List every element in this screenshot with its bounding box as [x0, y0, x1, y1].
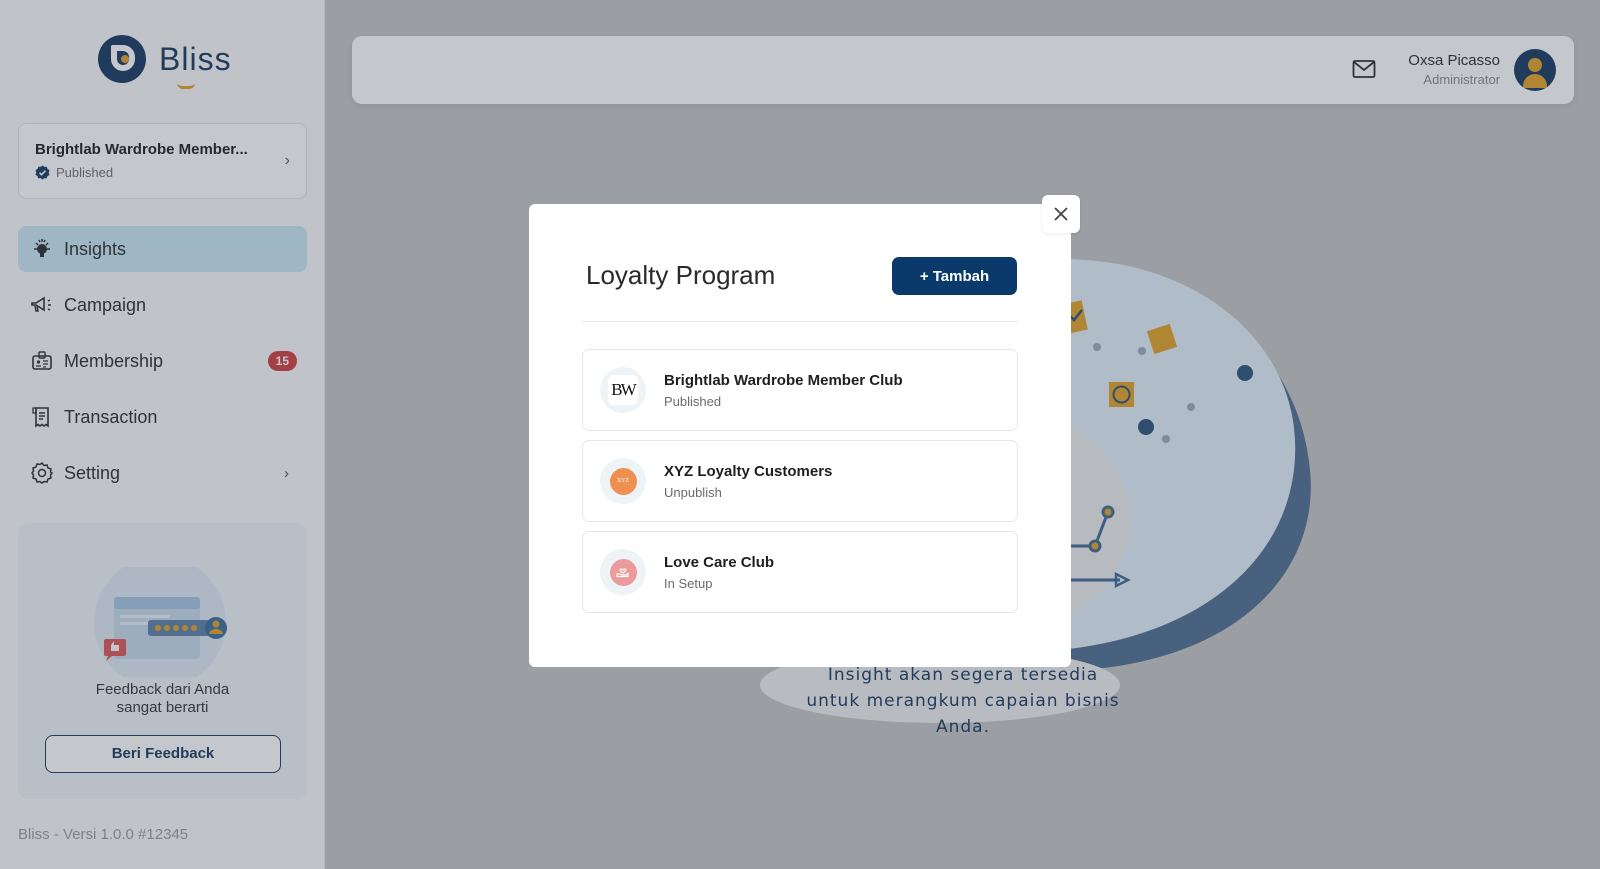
- program-status: Unpublish: [664, 484, 722, 500]
- program-name: Brightlab Wardrobe Member Club: [664, 371, 903, 389]
- xyz-logo-icon: XYZ: [609, 467, 637, 495]
- program-status: In Setup: [664, 575, 713, 591]
- program-name: Love Care Club: [664, 553, 775, 571]
- program-list-item[interactable]: Love Care Club In Setup: [582, 531, 1018, 613]
- program-list: BW Brightlab Wardrobe Member Club Publis…: [582, 349, 1018, 622]
- program-list-item[interactable]: BW Brightlab Wardrobe Member Club Publis…: [582, 349, 1018, 431]
- modal-close-button[interactable]: [1042, 195, 1080, 233]
- hand-heart-icon: [609, 558, 637, 586]
- program-logo: BW: [600, 367, 646, 413]
- modal-divider: [582, 321, 1018, 322]
- close-icon: [1054, 207, 1068, 221]
- program-list-item[interactable]: XYZ XYZ Loyalty Customers Unpublish: [582, 440, 1018, 522]
- program-logo: XYZ: [600, 458, 646, 504]
- add-program-button[interactable]: + Tambah: [892, 257, 1017, 295]
- modal-title: Loyalty Program: [586, 260, 776, 290]
- loyalty-program-modal: Loyalty Program + Tambah BW Brightlab Wa…: [529, 204, 1071, 667]
- program-logo: [600, 549, 646, 595]
- program-status: Published: [664, 393, 722, 409]
- program-name: XYZ Loyalty Customers: [664, 462, 833, 480]
- bw-logo-icon: BW: [608, 375, 638, 405]
